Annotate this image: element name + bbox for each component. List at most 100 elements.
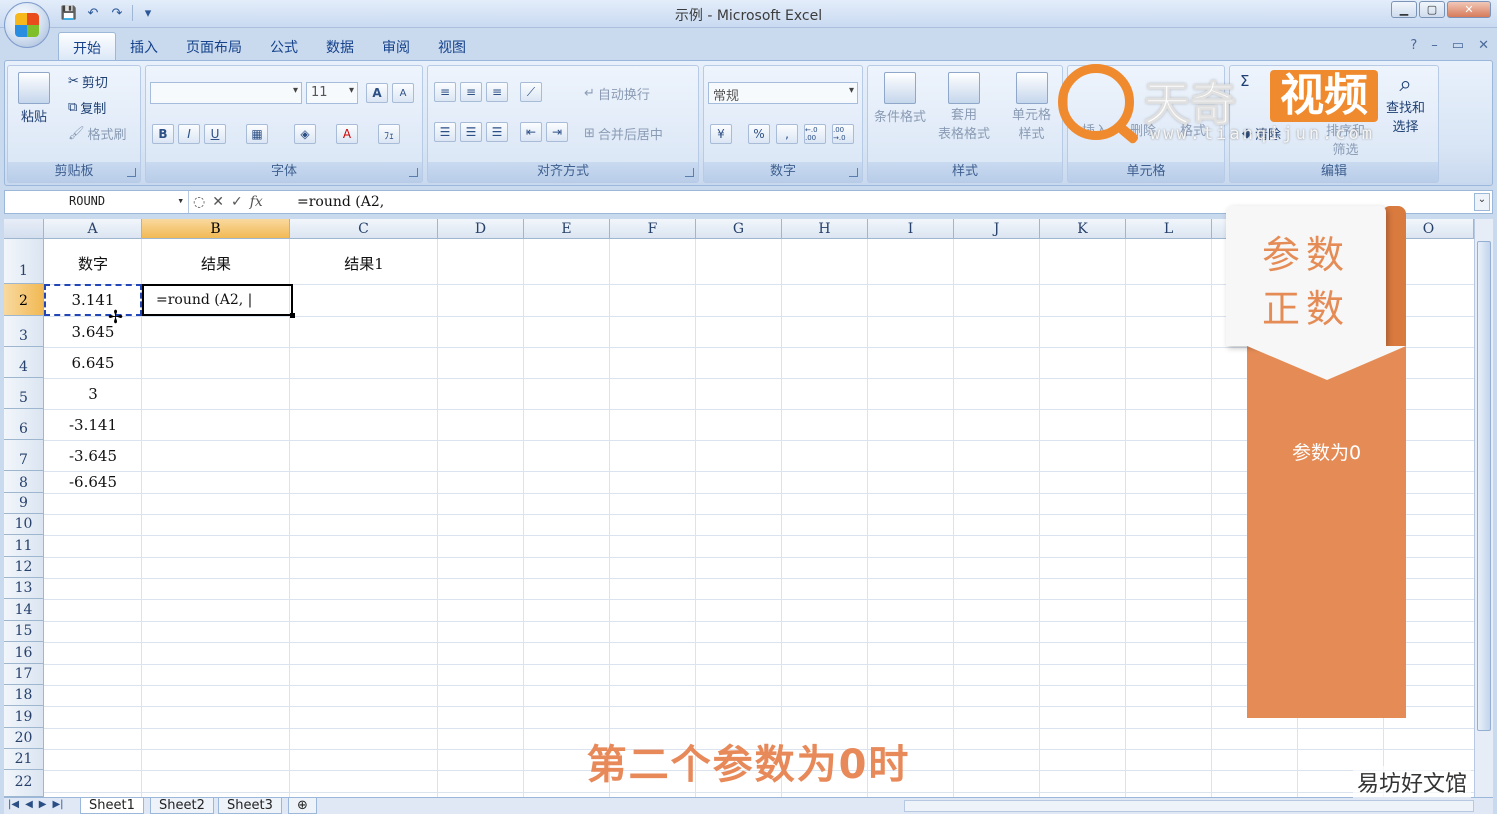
- minimize-button[interactable]: ▁: [1391, 1, 1417, 18]
- align-top-icon[interactable]: ≡: [434, 82, 456, 102]
- cell-a1[interactable]: 数字: [44, 253, 142, 274]
- row-header-11[interactable]: 11: [4, 535, 44, 557]
- prev-sheet-icon[interactable]: ◀: [25, 799, 33, 810]
- comma-button[interactable]: ,: [776, 124, 798, 144]
- row-header-1[interactable]: 1: [4, 239, 44, 284]
- cell-a8[interactable]: -6.645: [44, 473, 142, 491]
- formula-input[interactable]: =round (A2,: [297, 194, 384, 210]
- cell-b1[interactable]: 结果: [142, 253, 290, 274]
- font-launcher-icon[interactable]: [409, 168, 418, 177]
- cell-styles-button[interactable]: 单元格 样式: [1012, 72, 1051, 142]
- sheet-tab-3[interactable]: Sheet3: [218, 798, 282, 814]
- maximize-button[interactable]: ▢: [1419, 1, 1445, 18]
- row-header-3[interactable]: 3: [4, 316, 44, 347]
- expand-formula-bar-icon[interactable]: ⌄: [1474, 193, 1490, 211]
- column-header-a[interactable]: A: [44, 219, 142, 239]
- row-header-16[interactable]: 16: [4, 642, 44, 664]
- office-button[interactable]: [4, 2, 50, 48]
- italic-button[interactable]: I: [178, 124, 200, 144]
- tab-home[interactable]: 开始: [58, 32, 116, 60]
- borders-icon[interactable]: ▦: [246, 124, 268, 144]
- decrease-indent-icon[interactable]: ⇤: [520, 122, 542, 142]
- wrap-text-button[interactable]: ↵ 自动换行: [584, 84, 650, 103]
- percent-button[interactable]: %: [748, 124, 770, 144]
- merge-center-button[interactable]: ⊞ 合并后居中: [584, 124, 663, 143]
- align-middle-icon[interactable]: ≡: [460, 82, 482, 102]
- clipboard-launcher-icon[interactable]: [127, 168, 136, 177]
- underline-button[interactable]: U: [204, 124, 226, 144]
- cell-a5[interactable]: 3: [44, 385, 142, 403]
- ribbon-restore-icon[interactable]: ▭: [1452, 38, 1464, 53]
- conditional-format-button[interactable]: 条件格式: [874, 72, 926, 125]
- bold-button[interactable]: B: [152, 124, 174, 144]
- row-header-14[interactable]: 14: [4, 599, 44, 621]
- next-sheet-icon[interactable]: ▶: [39, 799, 47, 810]
- column-header-e[interactable]: E: [524, 219, 610, 239]
- font-color-button[interactable]: A: [336, 124, 358, 144]
- row-header-13[interactable]: 13: [4, 578, 44, 599]
- horizontal-scrollbar[interactable]: [904, 800, 1474, 812]
- row-header-17[interactable]: 17: [4, 664, 44, 685]
- insert-function-button[interactable]: fx: [250, 194, 263, 210]
- row-header-12[interactable]: 12: [4, 557, 44, 578]
- format-painter-button[interactable]: 🖌 格式刷: [68, 124, 127, 143]
- ribbon-minimize-icon[interactable]: –: [1431, 38, 1438, 53]
- align-center-icon[interactable]: ☰: [460, 122, 482, 142]
- column-header-i[interactable]: I: [868, 219, 954, 239]
- cell-c1[interactable]: 结果1: [290, 253, 438, 274]
- format-as-table-button[interactable]: 套用 表格格式: [938, 72, 990, 142]
- column-header-j[interactable]: J: [954, 219, 1040, 239]
- select-all-corner[interactable]: [4, 219, 44, 239]
- column-header-k[interactable]: K: [1040, 219, 1126, 239]
- tab-view[interactable]: 视图: [424, 32, 480, 60]
- insert-sheet-icon[interactable]: ⊕: [288, 798, 317, 814]
- alignment-launcher-icon[interactable]: [685, 168, 694, 177]
- enter-formula-button[interactable]: ✓: [231, 194, 243, 210]
- column-header-b[interactable]: B: [142, 219, 290, 239]
- cut-button[interactable]: ✂ 剪切: [68, 72, 108, 91]
- paste-button[interactable]: 粘贴: [18, 72, 50, 125]
- currency-icon[interactable]: ¥: [710, 124, 732, 144]
- column-header-l[interactable]: L: [1126, 219, 1212, 239]
- grow-font-button[interactable]: A: [366, 83, 388, 103]
- tab-formulas[interactable]: 公式: [256, 32, 312, 60]
- tab-page-layout[interactable]: 页面布局: [172, 32, 256, 60]
- column-header-d[interactable]: D: [438, 219, 524, 239]
- column-header-c[interactable]: C: [290, 219, 438, 239]
- align-right-icon[interactable]: ☰: [486, 122, 508, 142]
- copy-button[interactable]: ⧉ 复制: [68, 98, 106, 117]
- row-header-2[interactable]: 2: [4, 284, 44, 316]
- tab-review[interactable]: 审阅: [368, 32, 424, 60]
- row-header-5[interactable]: 5: [4, 378, 44, 409]
- cell-a4[interactable]: 6.645: [44, 354, 142, 372]
- number-launcher-icon[interactable]: [849, 168, 858, 177]
- fill-color-icon[interactable]: ◈: [294, 124, 316, 144]
- name-box[interactable]: ROUND: [5, 191, 189, 213]
- cell-a3[interactable]: 3.645: [44, 323, 142, 341]
- cancel-formula-button[interactable]: ✕: [212, 194, 224, 210]
- column-header-f[interactable]: F: [610, 219, 696, 239]
- phonetic-button[interactable]: ﾌｪ: [378, 124, 400, 144]
- font-name-combo[interactable]: [150, 82, 302, 104]
- vertical-scroll-thumb[interactable]: [1477, 241, 1491, 731]
- number-format-combo[interactable]: 常规: [708, 82, 858, 104]
- cell-a6[interactable]: -3.141: [44, 416, 142, 434]
- tab-data[interactable]: 数据: [312, 32, 368, 60]
- column-header-h[interactable]: H: [782, 219, 868, 239]
- row-header-6[interactable]: 6: [4, 409, 44, 440]
- row-header-9[interactable]: 9: [4, 493, 44, 514]
- increase-indent-icon[interactable]: ⇥: [546, 122, 568, 142]
- row-header-10[interactable]: 10: [4, 514, 44, 535]
- row-header-8[interactable]: 8: [4, 471, 44, 493]
- row-header-19[interactable]: 19: [4, 706, 44, 728]
- increase-decimal-button[interactable]: ←.0 .00: [804, 124, 826, 144]
- help-icon[interactable]: ?: [1410, 38, 1417, 53]
- close-button[interactable]: ✕: [1447, 1, 1491, 18]
- column-header-g[interactable]: G: [696, 219, 782, 239]
- vertical-scrollbar[interactable]: [1474, 219, 1493, 797]
- align-left-icon[interactable]: ☰: [434, 122, 456, 142]
- sheet-tab-1[interactable]: Sheet1: [80, 798, 144, 814]
- row-header-15[interactable]: 15: [4, 621, 44, 642]
- last-sheet-icon[interactable]: ▶|: [52, 799, 63, 810]
- tab-insert[interactable]: 插入: [116, 32, 172, 60]
